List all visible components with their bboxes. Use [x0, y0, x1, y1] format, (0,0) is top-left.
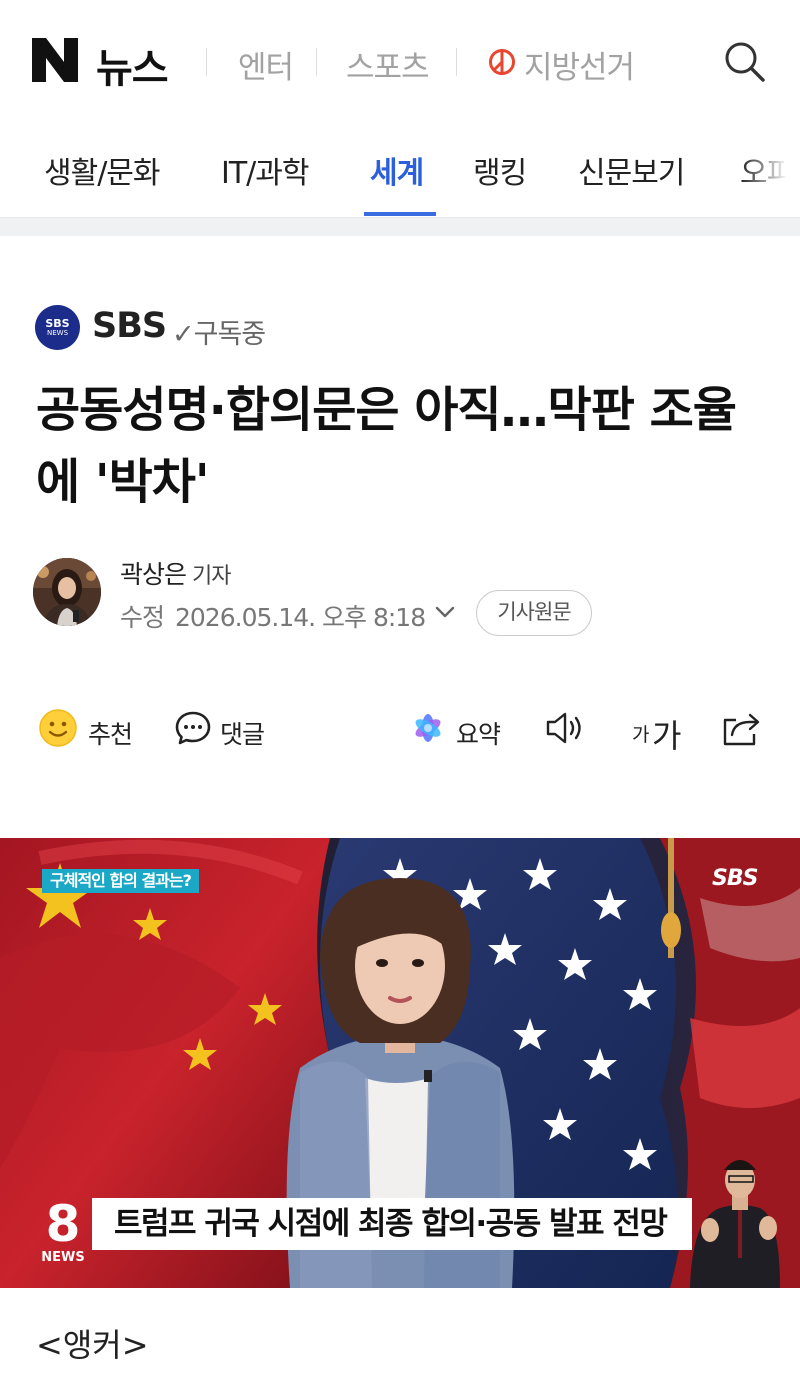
- video-caption-tag: 구체적인 합의 결과는?: [42, 869, 199, 893]
- nav-link-entertainment[interactable]: 엔터: [238, 42, 294, 87]
- top-header: 뉴스 엔터 스포츠 지방선거: [0, 0, 800, 118]
- naver-n-logo[interactable]: [32, 38, 78, 82]
- recommend-label: 추천: [88, 720, 133, 749]
- sbs-8-news-logo: 8 NEWS: [38, 1198, 88, 1270]
- press-logo-subtext: NEWS: [46, 329, 69, 337]
- modified-label: 수정: [120, 603, 165, 632]
- text-to-speech-button[interactable]: [544, 708, 588, 750]
- summary-label: 요약: [456, 720, 501, 749]
- program-label: NEWS: [41, 1250, 85, 1265]
- active-tab-indicator: [364, 212, 436, 216]
- press-name[interactable]: SBS: [92, 306, 167, 346]
- scroll-fade: [740, 118, 800, 217]
- reporter-role: 기자: [192, 564, 231, 589]
- press-logo-text: SBS: [45, 317, 70, 330]
- reporter-name: 곽상은: [120, 560, 187, 589]
- tab-newspaper[interactable]: 신문보기: [578, 148, 685, 192]
- speaker-icon: [546, 712, 581, 744]
- election-vote-icon: [489, 49, 515, 75]
- reporter-avatar[interactable]: [33, 558, 101, 626]
- section-divider: [0, 218, 800, 236]
- subscribe-button[interactable]: ✓구독중: [172, 312, 266, 351]
- smiley-icon: [39, 709, 77, 747]
- summary-button[interactable]: 요약: [410, 708, 510, 750]
- font-size-button[interactable]: 가 가: [632, 708, 692, 755]
- article-body-start: <앵커>: [36, 1326, 149, 1364]
- program-number: 8: [45, 1195, 81, 1253]
- nav-link-local-election[interactable]: 지방선거: [524, 42, 635, 87]
- search-icon[interactable]: [722, 39, 766, 83]
- font-size-large-glyph: 가: [652, 717, 681, 755]
- press-logo[interactable]: SBS NEWS: [35, 305, 80, 350]
- tab-it-science[interactable]: IT/과학: [221, 148, 309, 192]
- comment-icon: [175, 711, 211, 745]
- tab-life-culture[interactable]: 생활/문화: [44, 148, 161, 192]
- reporter-name-line[interactable]: 곽상은 기자: [120, 555, 232, 591]
- tab-world[interactable]: 세계: [370, 148, 424, 192]
- video-news-ticker: 트럼프 귀국 시점에 최종 합의·공동 발표 전망: [92, 1198, 692, 1250]
- sbs-watermark: SBS: [712, 866, 758, 891]
- nav-link-sports[interactable]: 스포츠: [346, 42, 430, 87]
- ai-summary-icon: [415, 714, 441, 742]
- chevron-down-icon[interactable]: [433, 601, 457, 623]
- divider: [206, 48, 207, 76]
- share-button[interactable]: [720, 708, 764, 750]
- category-tabs: 생활/문화 IT/과학 세계 랭킹 신문보기 오피: [0, 118, 800, 218]
- tab-ranking[interactable]: 랭킹: [473, 148, 527, 192]
- recommend-button[interactable]: 추천: [38, 708, 138, 750]
- share-icon: [723, 713, 760, 746]
- news-brand-label[interactable]: 뉴스: [96, 36, 169, 94]
- article-headline: 공동성명·합의문은 아직…막판 조율에 '박차': [36, 382, 737, 510]
- divider: [316, 48, 317, 76]
- font-size-small-glyph: 가: [632, 724, 650, 746]
- comment-label: 댓글: [220, 720, 265, 749]
- modified-timestamp: 2026.05.14. 오후 8:18: [175, 603, 426, 632]
- original-article-button[interactable]: 기사원문: [476, 590, 592, 636]
- comment-button[interactable]: 댓글: [174, 708, 274, 750]
- divider: [456, 48, 457, 76]
